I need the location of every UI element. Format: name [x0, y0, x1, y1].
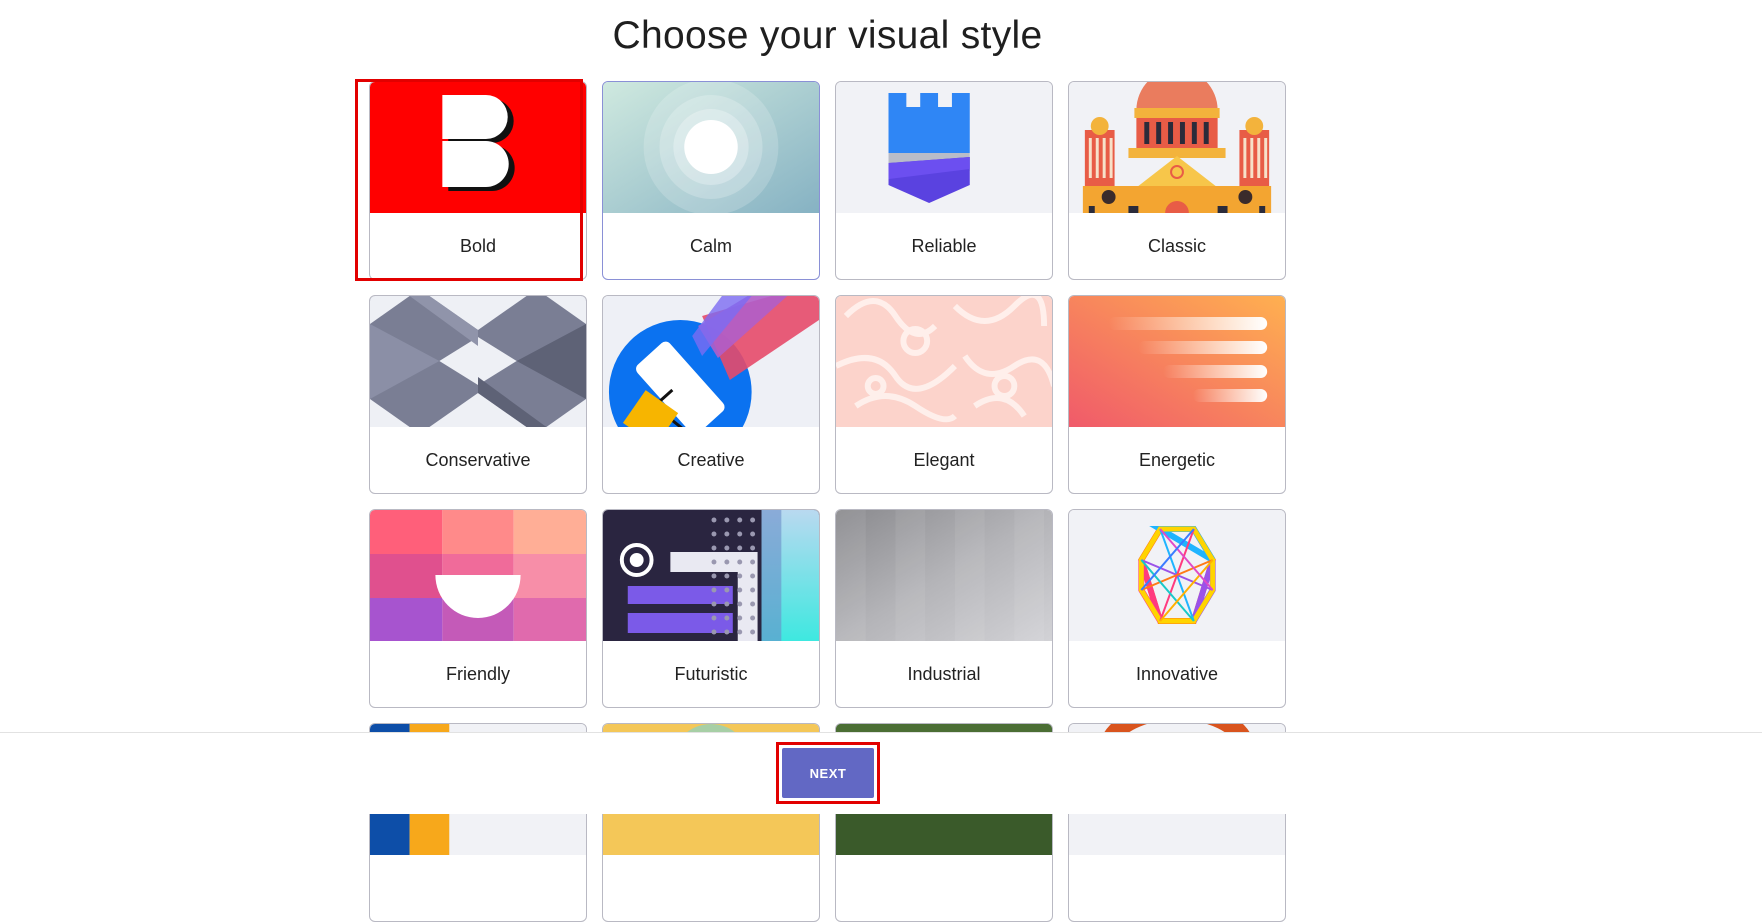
style-card-calm[interactable]: Calm — [602, 81, 820, 280]
style-card-label: Elegant — [913, 449, 975, 470]
style-card-label: Industrial — [907, 663, 981, 684]
style-card-label: Bold — [459, 235, 497, 256]
conservative-pattern-thumbnail — [370, 296, 586, 427]
style-card-label: Energetic — [1138, 449, 1216, 470]
style-card-label: Classic — [1147, 235, 1206, 256]
next-button[interactable]: NEXT — [782, 748, 874, 798]
elegant-floral-thumbnail — [836, 296, 1052, 427]
style-card-futuristic[interactable]: Futuristic — [602, 509, 820, 708]
energetic-gradient-thumbnail — [1069, 296, 1285, 427]
style-card-label: Reliable — [911, 235, 977, 256]
innovative-hexagon-thumbnail — [1069, 510, 1285, 641]
page-title: Choose your visual style — [612, 14, 1043, 57]
style-card-label: Conservative — [425, 449, 531, 470]
friendly-blocks-thumbnail — [370, 510, 586, 641]
style-card-label: Innovative — [1135, 663, 1219, 684]
classic-building-thumbnail — [1069, 82, 1285, 213]
futuristic-dots-thumbnail — [603, 510, 819, 641]
bottom-action-bar — [0, 732, 1762, 814]
style-card-reliable[interactable]: Reliable — [835, 81, 1053, 280]
style-card-creative[interactable]: Creative — [602, 295, 820, 494]
industrial-metal-thumbnail — [836, 510, 1052, 641]
style-card-label: Calm — [689, 235, 732, 256]
style-card-label: Creative — [677, 449, 745, 470]
bold-b-thumbnail — [370, 82, 586, 213]
style-card-innovative[interactable]: Innovative — [1068, 509, 1286, 708]
style-card-friendly[interactable]: Friendly — [369, 509, 587, 708]
style-card-elegant[interactable]: Elegant — [835, 295, 1053, 494]
next-button-highlight: NEXT — [776, 742, 880, 804]
style-card-label: Friendly — [445, 663, 511, 684]
calm-circles-thumbnail — [603, 82, 819, 213]
style-card-conservative[interactable]: Conservative — [369, 295, 587, 494]
style-card-industrial[interactable]: Industrial — [835, 509, 1053, 708]
style-card-classic[interactable]: Classic — [1068, 81, 1286, 280]
reliable-castle-thumbnail — [836, 82, 1052, 213]
style-card-bold[interactable]: Bold — [369, 81, 587, 280]
style-card-label: Futuristic — [674, 663, 748, 684]
creative-paint-roller-thumbnail — [603, 296, 819, 427]
style-card-energetic[interactable]: Energetic — [1068, 295, 1286, 494]
